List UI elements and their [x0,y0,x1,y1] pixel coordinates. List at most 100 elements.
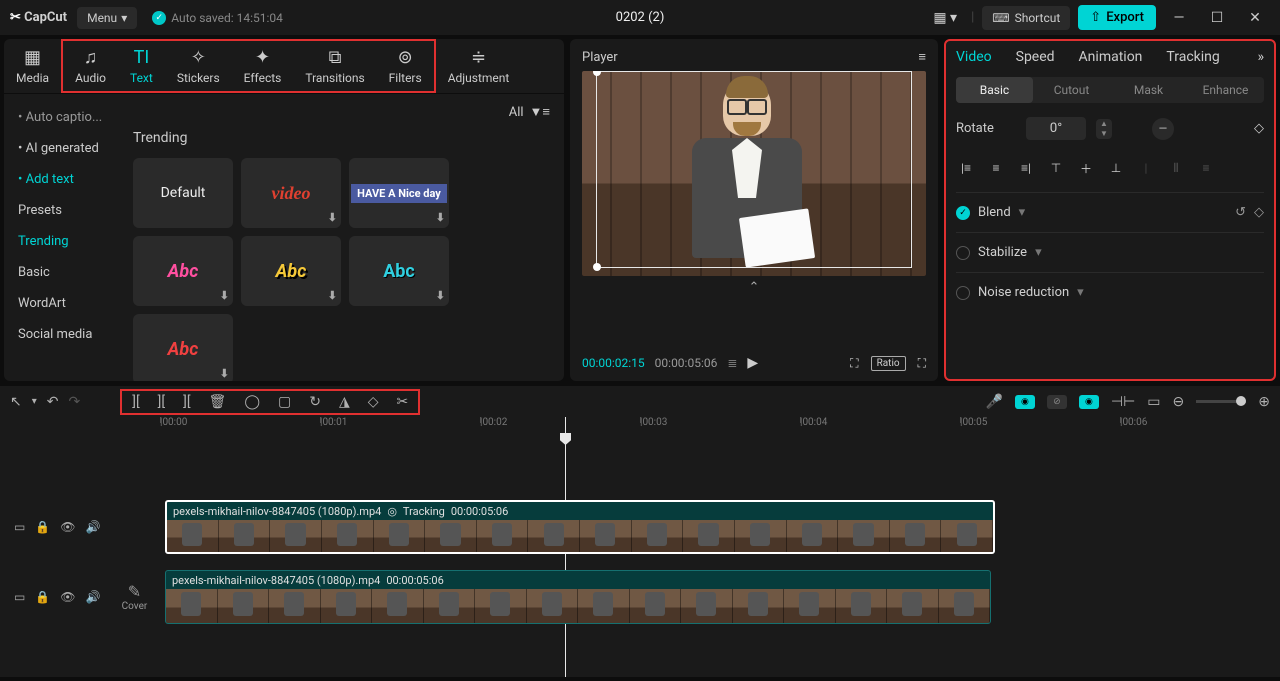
ruler[interactable]: |00:00|00:01|00:02|00:03|00:04|00:05|00:… [160,417,1280,437]
clip-2[interactable]: pexels-mikhail-nilov-8847405 (1080p).mp4… [165,570,991,624]
chevron-down-icon[interactable]: ▾ [1077,285,1084,300]
sidebar-item-6[interactable]: WordArt [4,288,119,319]
magnet-toggle-1[interactable]: ◉ [1015,395,1035,409]
preview-icon[interactable]: ▭ [1147,394,1160,410]
split-left-icon[interactable]: ]​[ [158,394,165,410]
player-menu-icon[interactable]: ≡ [918,49,926,65]
align-bottom-icon[interactable]: ⊥ [1106,158,1126,178]
filter-icon[interactable]: ▼≡ [530,104,550,120]
eye-icon[interactable]: 👁 [60,590,75,604]
tool-dropdown-icon[interactable]: ▾ [32,396,37,407]
lock-icon[interactable]: 🔒 [35,520,50,534]
text-preset-2[interactable]: HAVE A Nice day⬇ [349,158,449,228]
download-icon[interactable]: ⬇ [436,289,445,302]
rotate-reset-icon[interactable]: — [1152,118,1174,140]
align-top-icon[interactable]: ⊤ [1046,158,1066,178]
subtab-enhance[interactable]: Enhance [1187,77,1264,103]
link-icon[interactable]: ⊣⊢ [1111,394,1135,410]
stabilize-checkbox[interactable] [956,246,970,260]
text-preset-5[interactable]: Abc⬇ [349,236,449,306]
magnet-toggle-3[interactable]: ◉ [1079,395,1099,409]
keyframe-diamond-icon[interactable]: ◇ [1254,205,1264,220]
lock-icon[interactable]: 🔒 [35,590,50,604]
play-button[interactable]: ▶ [747,355,758,371]
collapse-icon[interactable]: ⌃ [582,280,926,295]
zoom-slider[interactable] [1196,400,1246,403]
chevron-down-icon[interactable]: ▾ [1035,245,1042,260]
split-right-icon[interactable]: ]​[ [183,394,190,410]
split-icon[interactable]: ]​[ [132,394,139,410]
fullscreen-icon[interactable]: ⛶ [918,356,926,371]
subtab-mask[interactable]: Mask [1110,77,1187,103]
download-icon[interactable]: ⬇ [328,289,337,302]
sidebar-item-4[interactable]: Trending [4,226,119,257]
list-icon[interactable]: ≣ [727,356,737,370]
blend-checkbox[interactable]: ✓ [956,206,970,220]
sidebar-item-5[interactable]: Basic [4,257,119,288]
magnet-toggle-2[interactable]: ⊘ [1047,395,1067,409]
download-icon[interactable]: ⬇ [220,367,229,380]
text-preset-0[interactable]: Default [133,158,233,228]
sidebar-item-1[interactable]: • AI generated [4,133,119,164]
tab-adjustment[interactable]: ≑Adjustment [436,39,522,93]
mic-icon[interactable]: 🎤 [985,394,1002,410]
sidebar-item-2[interactable]: • Add text [4,164,119,195]
reset-icon[interactable]: ↺ [1235,205,1246,220]
shortcut-button[interactable]: ⌨Shortcut [982,6,1070,30]
maximize-button[interactable]: ☐ [1202,3,1232,33]
redo-icon[interactable]: ↷ [69,394,81,410]
tab-audio[interactable]: ♫Audio [63,41,118,91]
zoom-in-icon[interactable]: ⊕ [1258,394,1270,410]
tab-stickers[interactable]: ✧Stickers [165,41,232,91]
align-vcenter-icon[interactable]: ＋ [1076,158,1096,178]
noise-checkbox[interactable] [956,286,970,300]
tab-speed[interactable]: Speed [1016,49,1055,65]
tab-text[interactable]: TIText [118,41,165,91]
cover-button[interactable]: ✎Cover [116,582,152,612]
tab-animation[interactable]: Animation [1079,49,1143,65]
shield-icon[interactable]: ◯ [244,394,260,410]
download-icon[interactable]: ⬇ [328,211,337,224]
distribute-h-icon[interactable]: ⦀ [1166,158,1186,178]
timeline[interactable]: |00:00|00:01|00:02|00:03|00:04|00:05|00:… [0,417,1280,677]
layout-icon[interactable]: ▦ ▾ [927,6,963,30]
filter-all[interactable]: All [509,105,524,120]
rotate-tool-icon[interactable]: ◇ [368,394,379,410]
subtab-basic[interactable]: Basic [956,77,1033,103]
pointer-tool-icon[interactable]: ↖ [10,394,22,410]
more-tabs-icon[interactable]: » [1257,49,1264,65]
subtab-cutout[interactable]: Cutout [1033,77,1110,103]
keyframe-diamond-icon[interactable]: ◇ [1254,121,1264,136]
minimize-button[interactable]: — [1164,3,1194,33]
rotate-stepper[interactable]: ▲▼ [1096,119,1112,139]
rotate-input[interactable] [1026,117,1086,140]
crop-icon[interactable]: ✂ [397,394,409,410]
speaker-icon[interactable]: 🔊 [86,520,101,534]
chevron-down-icon[interactable]: ▾ [1019,205,1026,220]
menu-button[interactable]: Menu ▾ [77,7,137,29]
scan-icon[interactable]: ⛶ [850,356,858,371]
track-collapse-icon[interactable]: ▭ [14,520,25,534]
align-right-icon[interactable]: ≡| [1016,158,1036,178]
frame-icon[interactable]: ▢ [278,394,291,410]
ratio-button[interactable]: Ratio [871,356,906,371]
player-viewport[interactable] [582,71,926,276]
zoom-out-icon[interactable]: ⊖ [1173,394,1185,410]
tab-tracking[interactable]: Tracking [1166,49,1219,65]
clip-1[interactable]: pexels-mikhail-nilov-8847405 (1080p).mp4… [165,500,995,554]
selection-box[interactable] [596,71,912,268]
reverse-icon[interactable]: ↻ [309,394,321,410]
speaker-icon[interactable]: 🔊 [86,590,101,604]
delete-icon[interactable]: 🗑 [209,394,227,410]
align-hcenter-icon[interactable]: ≡ [986,158,1006,178]
distribute-v-icon[interactable]: ≡ [1196,158,1216,178]
text-preset-3[interactable]: Abc⬇ [133,236,233,306]
tab-transitions[interactable]: ⧉Transitions [293,41,376,91]
tab-video[interactable]: Video [956,49,992,65]
tab-effects[interactable]: ✦Effects [232,41,294,91]
export-button[interactable]: ⇧Export [1078,5,1156,30]
tab-filters[interactable]: ⊚Filters [377,41,434,91]
close-button[interactable]: ✕ [1240,3,1270,33]
track-collapse-icon[interactable]: ▭ [14,590,25,604]
download-icon[interactable]: ⬇ [436,211,445,224]
